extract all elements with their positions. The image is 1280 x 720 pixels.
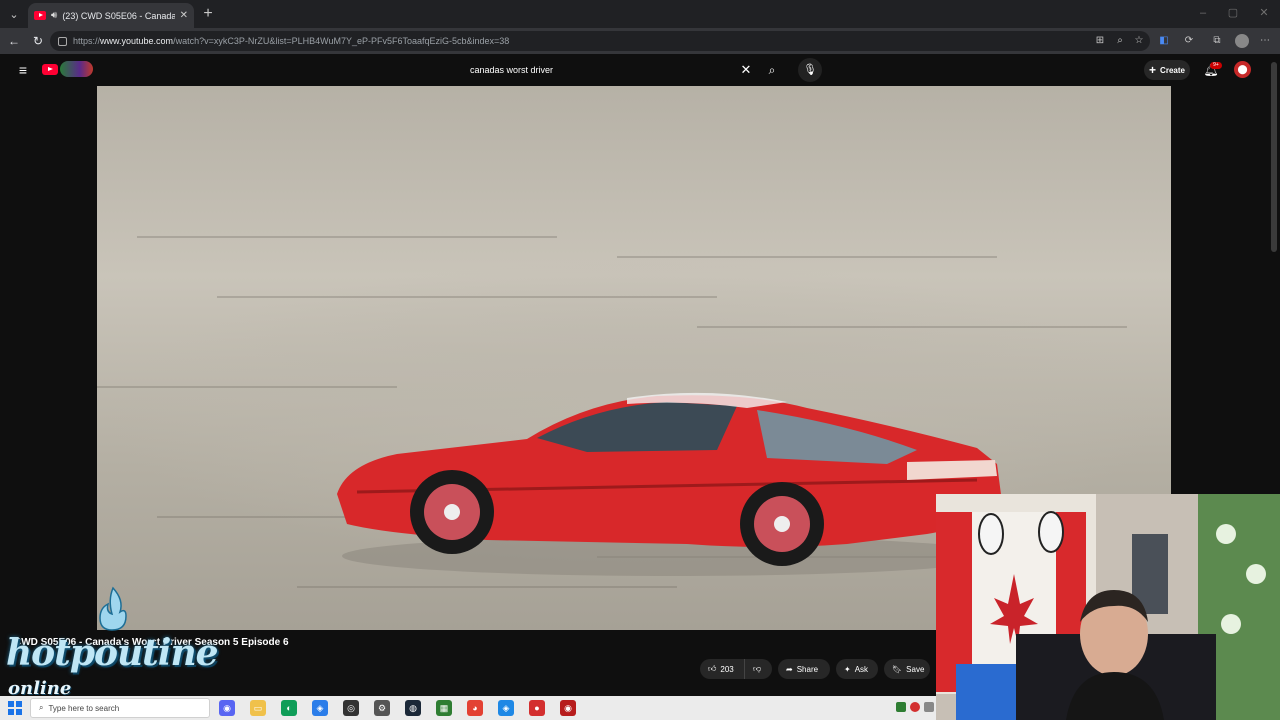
tray-app-icon[interactable] bbox=[896, 702, 906, 712]
steam-icon[interactable]: ◍ bbox=[405, 700, 421, 716]
create-label: Create bbox=[1160, 65, 1185, 75]
site-info-icon[interactable] bbox=[58, 36, 67, 46]
obs-icon[interactable]: ◎ bbox=[343, 700, 359, 716]
app-blue-icon[interactable]: ◈ bbox=[498, 700, 514, 716]
profile-avatar[interactable] bbox=[1235, 34, 1249, 48]
taskbar-search-box[interactable]: ⌕ Type here to search bbox=[30, 698, 210, 718]
star-icon[interactable]: ☆ bbox=[1132, 34, 1146, 48]
share-button[interactable]: ➦ Share bbox=[778, 659, 830, 679]
app-red-icon[interactable]: ● bbox=[529, 700, 545, 716]
search-icon: ⌕ bbox=[39, 703, 44, 712]
maximize-button[interactable]: ▢ bbox=[1226, 6, 1240, 20]
zoom-icon[interactable]: ⌕ bbox=[1113, 34, 1127, 48]
window-close-button[interactable]: ✕ bbox=[1257, 6, 1271, 20]
file-explorer-icon[interactable]: ▭ bbox=[250, 700, 266, 716]
close-icon[interactable]: ✕ bbox=[180, 10, 188, 21]
save-button[interactable]: 🔖︎ Save bbox=[884, 659, 930, 679]
extension-icon[interactable]: ◧ bbox=[1157, 34, 1171, 48]
windows-taskbar: ⌕ Type here to search ◉ ▭ ◐ ◈ ◎ ⚙ ◍ ▦ ◕ ◈… bbox=[0, 696, 936, 720]
avatar[interactable]: ⬤ bbox=[1234, 61, 1251, 78]
reload-button[interactable]: ↻ bbox=[30, 33, 46, 49]
minimize-button[interactable]: – bbox=[1196, 6, 1210, 20]
browser-tab-active[interactable]: 🔊︎ (23) CWD S05E06 - Canada's ✕ bbox=[28, 3, 194, 28]
notification-badge: 9+ bbox=[1210, 62, 1222, 69]
more-menu-icon[interactable]: ⋯ bbox=[1258, 34, 1272, 48]
chevron-down-icon: ⌄ bbox=[9, 8, 19, 21]
youtube-logo[interactable] bbox=[42, 64, 58, 75]
search-input[interactable] bbox=[470, 65, 730, 75]
youtube-masthead: ≡ ✕ ⌕ 🎙︎ +Create 🔔︎ 9+ ⬤ bbox=[0, 54, 1280, 86]
tray-record-icon[interactable] bbox=[910, 702, 920, 712]
dislike-icon: 👎︎ bbox=[753, 664, 762, 673]
app-icon[interactable]: ⊞ bbox=[1093, 34, 1107, 48]
extensions-puzzle-icon[interactable]: ⧉ bbox=[1210, 34, 1224, 48]
ask-button[interactable]: ✦ Ask bbox=[836, 659, 878, 679]
discord-icon[interactable]: ◉ bbox=[219, 700, 235, 716]
edge-browser-icon[interactable]: ◐ bbox=[281, 700, 297, 716]
menu-icon[interactable]: ≡ bbox=[14, 61, 32, 79]
browser-toolbar: ← ↻ https://www.youtube.com/watch?v=xykC… bbox=[0, 28, 1280, 54]
search-icon[interactable]: ⌕ bbox=[763, 62, 781, 78]
spreadsheet-icon[interactable]: ▦ bbox=[436, 700, 452, 716]
close-icon[interactable]: ✕ bbox=[738, 62, 754, 78]
ask-label: Ask bbox=[854, 664, 869, 674]
tab-list-button[interactable]: ⌄ bbox=[4, 4, 24, 24]
sparkle-icon: ✦ bbox=[844, 664, 851, 674]
dislike-button[interactable]: 👎︎ bbox=[744, 659, 772, 679]
save-label: Save bbox=[906, 664, 925, 674]
page-scrollbar[interactable] bbox=[1271, 62, 1277, 252]
like-button[interactable]: 👍︎ 203 bbox=[700, 659, 744, 679]
plus-icon: + bbox=[203, 5, 213, 22]
refresh-extension-icon[interactable]: ⟳ bbox=[1182, 34, 1196, 48]
tray-misc-icon[interactable] bbox=[924, 702, 934, 712]
address-bar[interactable]: https://www.youtube.com/watch?v=xykC3P-N… bbox=[50, 31, 1150, 51]
browser-tab-bar: ⌄ 🔊︎ (23) CWD S05E06 - Canada's ✕ + – ▢ … bbox=[0, 0, 1280, 28]
speaker-icon[interactable]: 🔊︎ bbox=[51, 10, 57, 21]
plus-icon: + bbox=[1149, 63, 1157, 77]
youtube-favicon-icon bbox=[34, 11, 46, 20]
like-icon: 👍︎ bbox=[708, 664, 717, 673]
new-tab-button[interactable]: + bbox=[199, 5, 217, 23]
settings-icon[interactable]: ⚙ bbox=[374, 700, 390, 716]
search-box[interactable] bbox=[460, 58, 760, 82]
stream-overlay-logo: hotpoutine bbox=[6, 632, 219, 674]
chrome-icon[interactable]: ◕ bbox=[467, 700, 483, 716]
windows-icon[interactable] bbox=[8, 701, 22, 715]
app-record-icon[interactable]: ◉ bbox=[560, 700, 576, 716]
tab-title: (23) CWD S05E06 - Canada's bbox=[62, 10, 175, 21]
bookmark-icon: 🔖︎ bbox=[892, 664, 903, 674]
youtube-doodle-logo[interactable] bbox=[60, 61, 93, 77]
red-sports-car-image bbox=[337, 392, 1002, 576]
back-button[interactable]: ← bbox=[6, 33, 22, 49]
url-text: https://www.youtube.com/watch?v=xykC3P-N… bbox=[73, 36, 510, 46]
back-icon: ← bbox=[8, 34, 20, 48]
taskbar-search-placeholder: Type here to search bbox=[48, 703, 120, 713]
like-count: 203 bbox=[720, 664, 734, 674]
share-icon: ➦ bbox=[786, 664, 793, 674]
webcam-feed-image bbox=[936, 494, 1280, 720]
store-icon[interactable]: ◈ bbox=[312, 700, 328, 716]
share-label: Share bbox=[796, 664, 819, 674]
reload-icon: ↻ bbox=[32, 34, 44, 48]
create-button[interactable]: + Create bbox=[1144, 60, 1190, 80]
flame-logo-icon bbox=[99, 586, 127, 631]
mic-icon[interactable]: 🎙︎ bbox=[798, 58, 822, 82]
